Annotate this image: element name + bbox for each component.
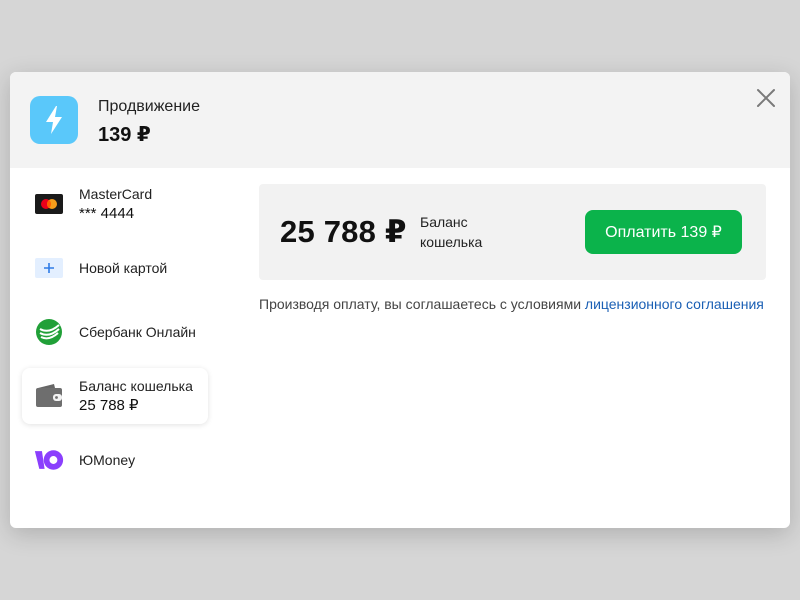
mastercard-icon (34, 190, 64, 218)
lightning-icon (30, 96, 78, 144)
method-new-card[interactable]: Новой картой (22, 240, 208, 296)
license-agreement-link[interactable]: лицензионного соглашения (585, 296, 764, 312)
payment-modal: Продвижение 139 ₽ MasterCard *** 4444 Но… (10, 72, 790, 528)
pay-button[interactable]: Оплатить 139 ₽ (585, 210, 742, 254)
close-button[interactable] (754, 86, 778, 110)
close-icon (757, 89, 775, 107)
product-price: 139 ₽ (98, 124, 151, 146)
method-label: MasterCard (79, 186, 153, 202)
wallet-icon (34, 382, 64, 410)
sberbank-icon (34, 318, 64, 346)
terms-prefix: Производя оплату, вы соглашаетесь с усло… (259, 296, 585, 312)
balance-amount: 25 788 ₽ (280, 214, 407, 249)
method-label: Сбербанк Онлайн (79, 323, 196, 340)
wallet-balance-value: 25 788 ₽ (79, 397, 139, 414)
method-yoomoney[interactable]: ЮMoney (22, 432, 208, 488)
balance-label: Баланс кошелька (420, 214, 483, 250)
terms-text: Производя оплату, вы соглашаетесь с усло… (259, 296, 779, 312)
method-label: Баланс кошелька (79, 378, 193, 394)
balance-panel: 25 788 ₽ Баланс кошелька Оплатить 139 ₽ (259, 184, 766, 280)
modal-header: Продвижение 139 ₽ (10, 72, 790, 168)
plus-icon (34, 254, 64, 282)
method-wallet-balance[interactable]: Баланс кошелька 25 788 ₽ (22, 368, 208, 424)
method-sberbank[interactable]: Сбербанк Онлайн (22, 304, 208, 360)
method-label: Новой картой (79, 259, 168, 276)
method-mastercard[interactable]: MasterCard *** 4444 (22, 176, 208, 232)
yoomoney-icon (34, 446, 64, 474)
product-title: Продвижение (98, 98, 200, 115)
payment-methods-list: MasterCard *** 4444 Новой картой Сбербан… (22, 176, 208, 496)
method-label: ЮMoney (79, 451, 136, 468)
card-number: *** 4444 (79, 205, 135, 222)
